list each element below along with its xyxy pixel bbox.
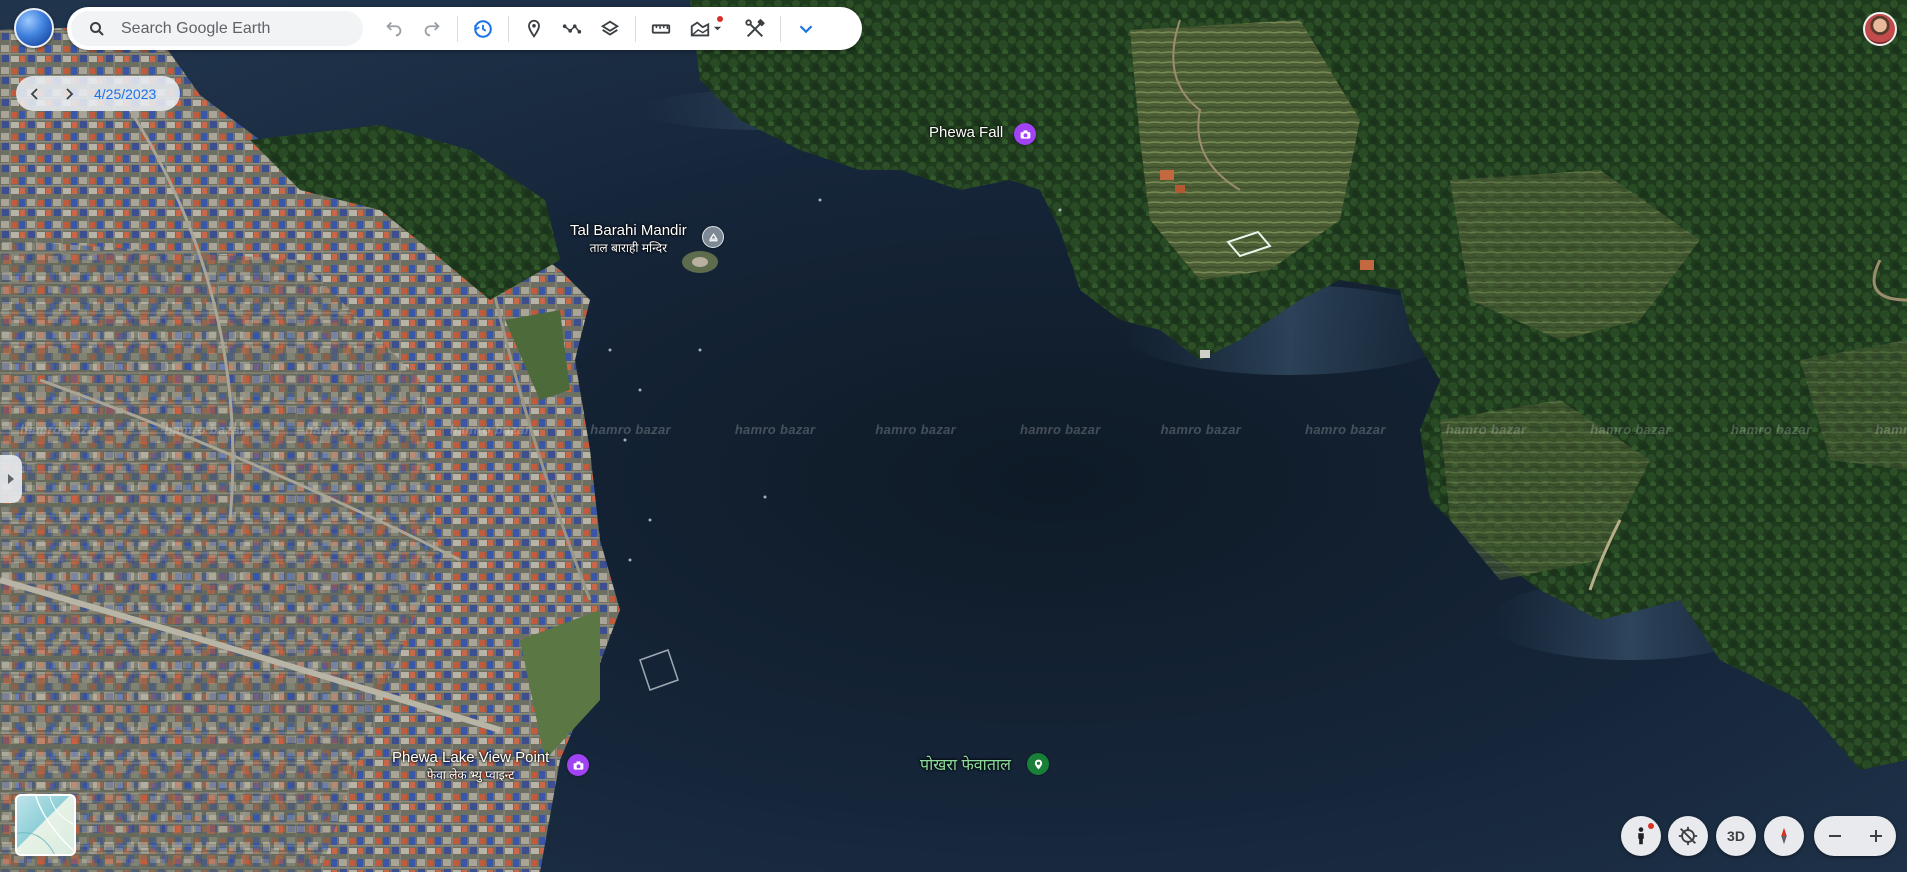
plus-icon	[1869, 830, 1882, 842]
street-view-button[interactable]	[1621, 816, 1661, 856]
placemark-icon	[528, 19, 540, 38]
tools-button[interactable]	[736, 10, 774, 48]
google-earth-logo[interactable]	[14, 8, 54, 48]
redo-icon	[424, 21, 440, 36]
place-subtitle: फेवा लेक भ्यु प्वाइन्ट	[426, 768, 515, 782]
next-date-button[interactable]	[52, 77, 86, 111]
notification-dot	[717, 15, 723, 22]
historical-imagery-icon	[473, 19, 492, 38]
compass-button[interactable]	[1764, 816, 1804, 856]
draw-path-button[interactable]	[553, 10, 591, 48]
camera-pin-icon[interactable]	[567, 754, 589, 776]
place-name: Tal Barahi Mandir	[570, 222, 687, 239]
historical-imagery-button[interactable]	[464, 10, 502, 48]
redo-button[interactable]	[413, 10, 451, 48]
temple-pin-icon[interactable]	[702, 226, 724, 248]
watermark-text: hamro bazar	[20, 422, 101, 437]
place-phewa-lake[interactable]: पोखरा फेवाताल	[920, 753, 1011, 775]
minimap-map	[17, 796, 74, 854]
layers-icon	[600, 20, 620, 36]
layers-button[interactable]	[591, 10, 629, 48]
search-input[interactable]	[119, 18, 343, 39]
place-phewa-fall[interactable]: Phewa Fall	[929, 124, 1003, 141]
toggle-3d-button[interactable]: 3D	[1716, 816, 1756, 856]
chevron-right-icon	[66, 87, 74, 100]
ruler-icon	[651, 23, 671, 34]
main-toolbar	[67, 7, 862, 50]
add-placemark-button[interactable]	[515, 10, 553, 48]
place-tal-barahi-mandir[interactable]: Tal Barahi Mandir ताल बाराही मन्दिर	[570, 222, 687, 256]
my-location-button[interactable]	[1668, 816, 1708, 856]
path-icon	[562, 23, 582, 34]
measure-button[interactable]	[642, 10, 680, 48]
zoom-controls	[1814, 816, 1896, 856]
undo-icon	[386, 21, 402, 36]
place-phewa-lake-view-point[interactable]: Phewa Lake View Point फेवा लेक भ्यु प्वा…	[392, 749, 549, 783]
map-style-icon	[690, 20, 709, 36]
zoom-in-button[interactable]	[1858, 818, 1894, 854]
previous-date-button[interactable]	[18, 77, 52, 111]
account-avatar[interactable]	[1863, 12, 1897, 46]
toolbar-divider	[508, 15, 509, 42]
zoom-out-button[interactable]	[1817, 818, 1853, 854]
open-side-panel-button[interactable]	[0, 455, 22, 503]
search-icon	[90, 21, 104, 36]
minus-icon	[1828, 835, 1841, 837]
more-tools-button[interactable]	[787, 10, 825, 48]
chevron-right-icon	[8, 474, 14, 484]
place-name: Phewa Fall	[929, 124, 1004, 141]
caret-down-icon	[713, 26, 721, 31]
toolbar-divider	[635, 15, 636, 42]
camera-pin-icon[interactable]	[1014, 123, 1036, 145]
minimap[interactable]	[15, 794, 76, 856]
timeline-date-navigator: 4/25/2023	[16, 76, 180, 111]
map-style-button[interactable]	[680, 10, 730, 48]
tools-icon	[745, 18, 765, 37]
undo-button[interactable]	[375, 10, 413, 48]
chevron-down-icon	[799, 24, 813, 33]
search-box[interactable]	[71, 11, 363, 46]
watermark-strip: hamro bazar hamro bazar hamro bazar hamro…	[20, 422, 1907, 437]
toolbar-divider	[457, 15, 458, 42]
compass-icon	[1781, 827, 1787, 845]
place-name: Phewa Lake View Point	[392, 749, 550, 766]
notification-dot	[1648, 823, 1654, 829]
chevron-left-icon	[30, 87, 38, 100]
gps-off-icon	[1678, 826, 1698, 846]
place-name: पोखरा फेवाताल	[920, 757, 1011, 774]
lake-pin-icon[interactable]	[1027, 753, 1049, 775]
toolbar-divider	[780, 15, 781, 42]
imagery-date[interactable]: 4/25/2023	[94, 86, 156, 102]
toggle-3d-label: 3D	[1727, 828, 1745, 844]
place-subtitle: ताल बाराही मन्दिर	[589, 241, 668, 255]
